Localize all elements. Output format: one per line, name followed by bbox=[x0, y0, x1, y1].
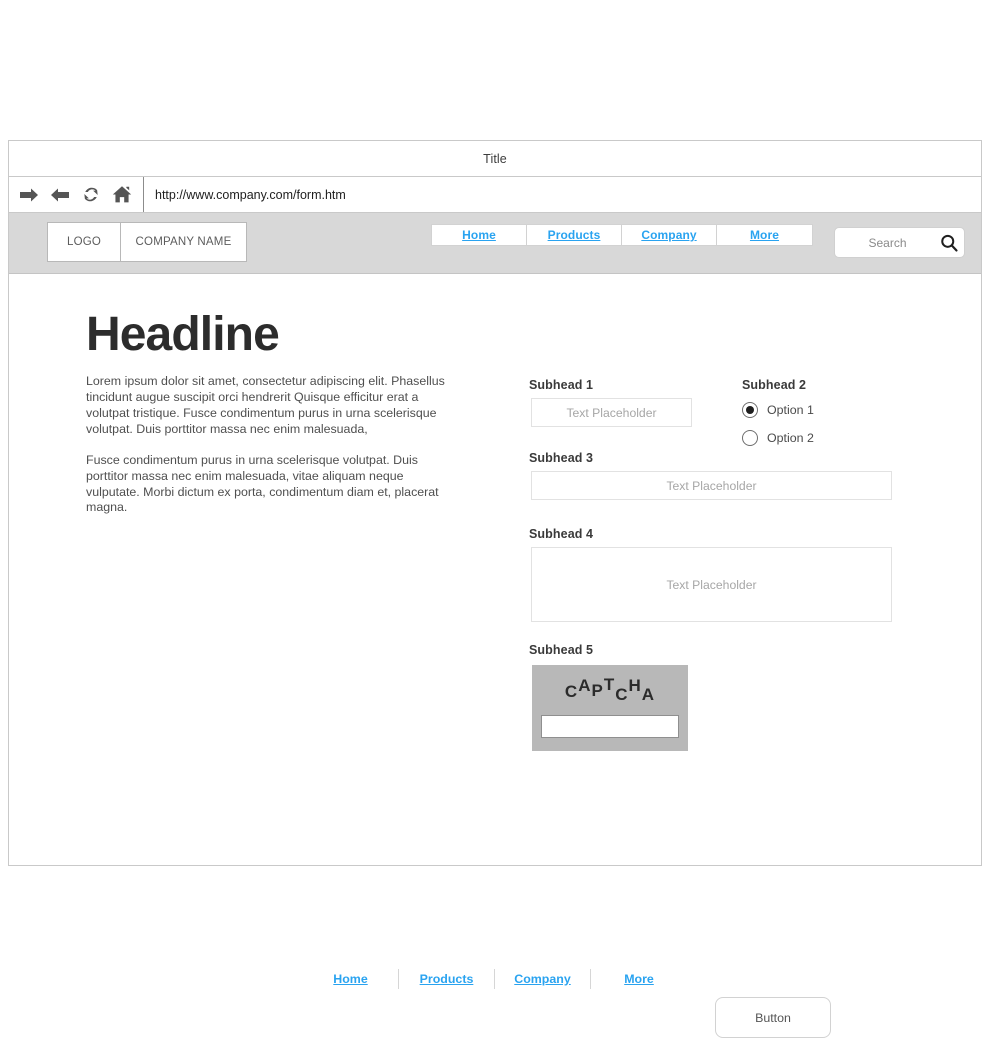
radio-option-1[interactable]: Option 1 bbox=[742, 402, 814, 418]
form-column: Subhead 1 Text Placeholder Subhead 2 Opt… bbox=[523, 274, 963, 751]
nav-link-label: Products bbox=[547, 228, 601, 242]
text-field-1[interactable]: Text Placeholder bbox=[531, 398, 692, 427]
browser-window: Title http://www.company.com/form.htm LO… bbox=[8, 140, 982, 1038]
captcha-panel: CAPTCHA bbox=[532, 665, 688, 751]
captcha-input[interactable] bbox=[541, 715, 679, 738]
nav-item-more[interactable]: More bbox=[717, 225, 812, 245]
captcha-letter: A bbox=[641, 685, 656, 704]
back-arrow-icon[interactable] bbox=[18, 184, 40, 206]
url-input[interactable]: http://www.company.com/form.htm bbox=[144, 188, 981, 202]
footer-nav: Home Products Company More bbox=[9, 969, 981, 989]
refresh-icon[interactable] bbox=[80, 184, 102, 206]
footer-item-more[interactable]: More bbox=[591, 969, 687, 989]
radio-option-2-label: Option 2 bbox=[767, 431, 814, 445]
radio-empty-icon bbox=[742, 430, 758, 446]
magnifier-icon[interactable] bbox=[934, 233, 964, 253]
submit-button[interactable]: Button bbox=[715, 997, 831, 1038]
subhead-1-label: Subhead 1 bbox=[529, 378, 594, 392]
footer-link-label: Home bbox=[333, 972, 368, 986]
site-header: LOGO COMPANY NAME Home Products Company … bbox=[9, 213, 981, 274]
captcha-letter: T bbox=[603, 675, 616, 694]
main-nav: Home Products Company More bbox=[431, 224, 813, 246]
radio-option-2[interactable]: Option 2 bbox=[742, 430, 814, 446]
brand-box[interactable]: LOGO COMPANY NAME bbox=[47, 222, 247, 262]
nav-item-products[interactable]: Products bbox=[527, 225, 622, 245]
nav-item-company[interactable]: Company bbox=[622, 225, 717, 245]
subhead-2-label: Subhead 2 bbox=[742, 378, 807, 392]
footer-link-label: Products bbox=[419, 972, 474, 986]
footer-item-products[interactable]: Products bbox=[399, 969, 495, 989]
nav-item-home[interactable]: Home bbox=[432, 225, 527, 245]
search-input[interactable]: Search bbox=[835, 236, 934, 250]
subhead-5-label: Subhead 5 bbox=[529, 643, 594, 657]
forward-arrow-icon[interactable] bbox=[49, 184, 71, 206]
text-field-3[interactable]: Text Placeholder bbox=[531, 471, 892, 500]
home-icon[interactable] bbox=[111, 184, 133, 206]
text-area-4[interactable]: Text Placeholder bbox=[531, 547, 892, 622]
captcha-image: CAPTCHA bbox=[532, 675, 688, 704]
nav-link-label: Company bbox=[641, 228, 697, 242]
page-body: Headline Lorem ipsum dolor sit amet, con… bbox=[9, 274, 981, 1038]
logo-cell: LOGO bbox=[48, 223, 121, 261]
subhead-4-label: Subhead 4 bbox=[529, 527, 594, 541]
browser-url-bar: http://www.company.com/form.htm bbox=[9, 177, 981, 213]
browser-nav-icons bbox=[9, 177, 144, 212]
nav-link-label: More bbox=[749, 228, 780, 242]
company-name-cell: COMPANY NAME bbox=[135, 236, 232, 248]
headline: Headline bbox=[86, 308, 280, 361]
search-box[interactable]: Search bbox=[834, 227, 965, 258]
captcha-letter: C bbox=[615, 685, 629, 704]
text-area-4-placeholder: Text Placeholder bbox=[666, 577, 757, 592]
content-left-column: Headline Lorem ipsum dolor sit amet, con… bbox=[86, 308, 461, 532]
footer-link-label: More bbox=[624, 972, 654, 986]
text-field-3-placeholder: Text Placeholder bbox=[666, 478, 757, 493]
footer-item-company[interactable]: Company bbox=[495, 969, 591, 989]
footer-item-home[interactable]: Home bbox=[303, 969, 399, 989]
text-field-1-placeholder: Text Placeholder bbox=[566, 405, 657, 420]
body-paragraph-2: Fusce condimentum purus in urna sceleris… bbox=[86, 453, 439, 515]
footer-link-label: Company bbox=[514, 972, 571, 986]
browser-title-bar: Title bbox=[9, 141, 981, 177]
captcha-letter: C bbox=[564, 682, 579, 701]
radio-option-1-label: Option 1 bbox=[767, 403, 814, 417]
page-title: Title bbox=[483, 151, 507, 166]
captcha-letter: H bbox=[628, 676, 642, 695]
body-paragraph-1: Lorem ipsum dolor sit amet, consectetur … bbox=[86, 374, 445, 436]
subhead-3-label: Subhead 3 bbox=[529, 451, 594, 465]
nav-link-label: Home bbox=[462, 228, 496, 242]
radio-filled-icon bbox=[742, 402, 758, 418]
captcha-letter: P bbox=[591, 681, 604, 700]
captcha-letter: A bbox=[578, 676, 592, 695]
